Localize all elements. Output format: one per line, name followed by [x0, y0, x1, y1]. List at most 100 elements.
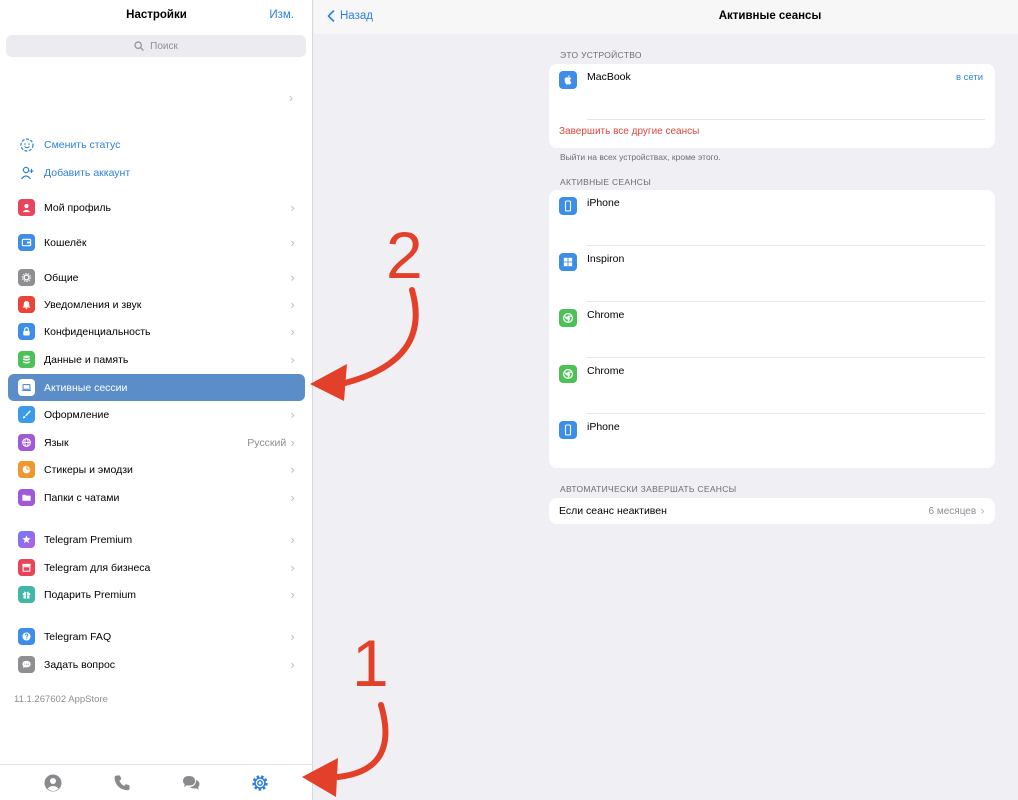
- this-device-caption: ЭТО УСТРОЙСТВО: [560, 50, 642, 60]
- search-icon: [134, 41, 144, 51]
- question-icon: [18, 628, 35, 645]
- chevron-right-icon: ›: [290, 200, 295, 215]
- chevron-right-icon: ›: [290, 352, 295, 367]
- menu-item-chat-folders[interactable]: Папки с чатами ›: [8, 484, 305, 511]
- online-status: в сети: [955, 72, 983, 83]
- change-status-label: Сменить статус: [44, 139, 121, 151]
- menu-item-stickers[interactable]: Стикеры и эмодзи ›: [8, 456, 305, 483]
- person-icon: [18, 199, 35, 216]
- language-value: Русский: [247, 436, 287, 449]
- menu-item-data-storage[interactable]: Данные и память ›: [8, 346, 305, 373]
- contacts-icon: [44, 774, 62, 791]
- session-row[interactable]: iPhone: [549, 414, 995, 470]
- menu-item-my-profile[interactable]: Мой профиль ›: [8, 194, 305, 221]
- chat-bubble-icon: [18, 656, 35, 673]
- search-placeholder: Поиск: [150, 40, 178, 52]
- search-input[interactable]: Поиск: [6, 35, 306, 57]
- menu-item-active-sessions[interactable]: Активные сессии: [8, 374, 305, 401]
- menu-item-ask-question[interactable]: Задать вопрос ›: [8, 651, 305, 678]
- menu-item-label: Задать вопрос: [44, 658, 116, 671]
- menu-item-notifications[interactable]: Уведомления и звук ›: [8, 291, 305, 318]
- menu-item-label: Конфиденциальность: [44, 325, 151, 338]
- brush-icon: [18, 406, 35, 423]
- device-name: MacBook: [587, 71, 631, 83]
- smile-icon: [20, 138, 34, 152]
- this-device-row[interactable]: MacBook в сети: [549, 64, 995, 120]
- menu-item-faq[interactable]: Telegram FAQ ›: [8, 623, 305, 650]
- active-sessions-caption: АКТИВНЫЕ СЕАНСЫ: [560, 177, 652, 187]
- chrome-icon: [559, 365, 577, 383]
- menu-item-label: Telegram FAQ: [44, 630, 112, 643]
- tab-settings[interactable]: [249, 772, 271, 794]
- menu-item-label: Telegram Premium: [44, 533, 133, 546]
- add-account-label: Добавить аккаунт: [44, 167, 131, 179]
- tab-contacts[interactable]: [42, 772, 64, 794]
- add-account-link[interactable]: Добавить аккаунт: [19, 163, 130, 183]
- menu-item-wallet[interactable]: Кошелёк ›: [8, 229, 305, 256]
- apple-icon: [559, 71, 577, 89]
- page-title: Активные сеансы: [314, 10, 1018, 22]
- chrome-icon: [559, 309, 577, 327]
- step-1-number: 1: [352, 626, 389, 700]
- menu-item-gift-premium[interactable]: Подарить Premium ›: [8, 581, 305, 608]
- gear-icon: [18, 269, 35, 286]
- wallet-icon: [18, 234, 35, 251]
- this-device-card: MacBook в сети Завершить все другие сеан…: [549, 64, 995, 148]
- menu-item-label: Подарить Premium: [44, 588, 137, 601]
- session-row[interactable]: Inspiron: [549, 246, 995, 302]
- chevron-right-icon: ›: [290, 297, 295, 312]
- tab-bar: [0, 764, 313, 800]
- menu-item-general[interactable]: Общие ›: [8, 264, 305, 291]
- chevron-right-icon: ›: [980, 504, 985, 518]
- sessions-panel: Назад Активные сеансы ЭТО УСТРОЙСТВО Mac…: [314, 0, 1018, 800]
- app-version: 11.1.267602 AppStore: [14, 694, 108, 705]
- menu-item-label: Оформление: [44, 408, 110, 421]
- session-row[interactable]: Chrome: [549, 358, 995, 414]
- divider: [587, 119, 985, 120]
- auto-terminate-value: 6 месяцев: [928, 505, 977, 517]
- iphone-icon: [559, 197, 577, 215]
- step-2-number: 2: [386, 218, 423, 292]
- sticker-icon: [18, 461, 35, 478]
- chevron-right-icon: ›: [290, 270, 295, 285]
- menu-item-label: Активные сессии: [44, 381, 128, 394]
- chevron-right-icon: ›: [290, 490, 295, 505]
- sessions-header: Назад Активные сеансы: [314, 0, 1018, 34]
- change-status-link[interactable]: Сменить статус: [19, 135, 120, 155]
- globe-icon: [18, 434, 35, 451]
- chats-icon: [183, 775, 200, 790]
- menu-item-privacy[interactable]: Конфиденциальность ›: [8, 318, 305, 345]
- tab-chats[interactable]: [180, 772, 202, 794]
- iphone-icon: [559, 421, 577, 439]
- lock-icon: [18, 323, 35, 340]
- menu-item-appearance[interactable]: Оформление ›: [8, 401, 305, 428]
- page-title-text: Активные сеансы: [718, 10, 822, 22]
- terminate-note: Выйти на всех устройствах, кроме этого.: [560, 152, 721, 162]
- chevron-right-icon: ›: [290, 462, 295, 477]
- auto-terminate-row[interactable]: Если сеанс неактивен 6 месяцев ›: [549, 498, 995, 524]
- chevron-right-icon: ›: [290, 560, 295, 575]
- tab-calls[interactable]: [111, 772, 133, 794]
- bell-icon: [18, 296, 35, 313]
- profile-chevron-icon[interactable]: ›: [289, 91, 293, 105]
- session-device-name: iPhone: [587, 421, 620, 433]
- menu-item-label: Папки с чатами: [44, 491, 120, 504]
- edit-button[interactable]: Изм.: [269, 9, 294, 21]
- chevron-right-icon: ›: [290, 657, 295, 672]
- session-row[interactable]: Chrome: [549, 302, 995, 358]
- chevron-right-icon: ›: [290, 629, 295, 644]
- terminate-all-button[interactable]: Завершить все другие сеансы: [559, 126, 699, 137]
- session-device-name: iPhone: [587, 197, 620, 209]
- menu-item-language[interactable]: Язык Русский ›: [8, 429, 305, 456]
- menu-item-telegram-premium[interactable]: Telegram Premium ›: [8, 526, 305, 553]
- menu-item-label: Данные и память: [44, 353, 129, 366]
- session-device-name: Chrome: [587, 365, 625, 377]
- gift-icon: [18, 586, 35, 603]
- chevron-right-icon: ›: [290, 587, 295, 602]
- menu-item-label: Мой профиль: [44, 201, 111, 214]
- chevron-right-icon: ›: [290, 532, 295, 547]
- menu-item-label: Общие: [44, 271, 79, 284]
- session-row[interactable]: iPhone: [549, 190, 995, 246]
- menu-item-label: Уведомления и звук: [44, 298, 142, 311]
- menu-item-telegram-business[interactable]: Telegram для бизнеса ›: [8, 554, 305, 581]
